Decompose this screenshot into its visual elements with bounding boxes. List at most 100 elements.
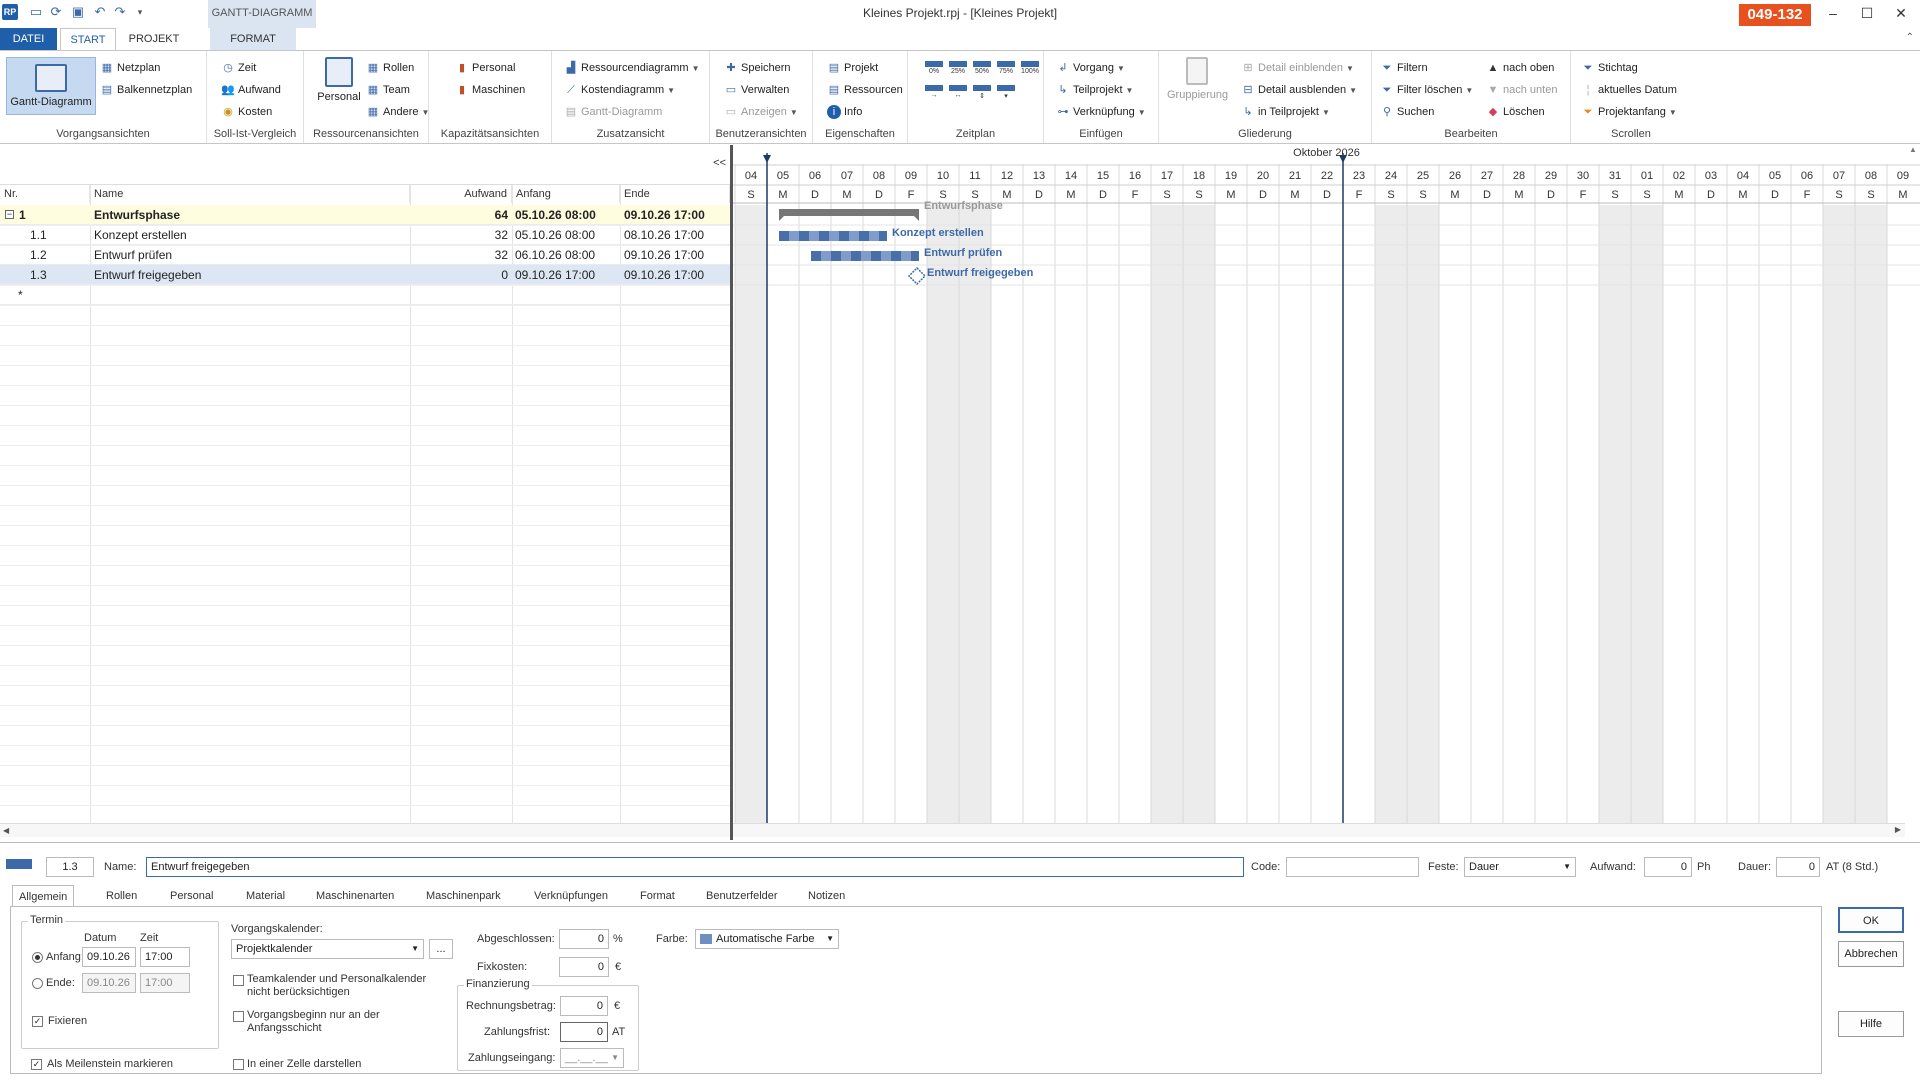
info-button[interactable]: i Info [827,103,862,121]
personal-big-button[interactable]: Personal [314,57,364,103]
aufwand-button[interactable]: 👥 Aufwand [221,81,281,99]
fixkosten-field[interactable]: 0 [559,957,609,977]
new-row[interactable]: * [0,285,730,305]
collapse-toggle-icon[interactable]: − [5,210,14,219]
hilfe-button[interactable]: Hilfe [1838,1011,1904,1037]
col-header-name[interactable]: Name [90,185,410,203]
zahlungseingang-field[interactable]: __.__.__ ▼ [560,1048,624,1068]
andere-button[interactable]: ▦ Andere ▼ [366,103,430,121]
close-icon[interactable]: ✕ [1886,2,1916,24]
task-name-field[interactable]: Entwurf freigegeben [146,857,1244,877]
chart-vertical-scrollbar[interactable]: ▲ [1906,145,1920,825]
detail-ausblenden-button[interactable]: ⊟ Detail ausblenden ▼ [1241,81,1357,99]
kosten-button[interactable]: ◉ Kosten [221,103,272,121]
tab-maschinenarten[interactable]: Maschinenarten [310,885,400,907]
col-header-ende[interactable]: Ende [620,185,730,203]
schedule-align-icon[interactable]: ⇕ [972,83,992,101]
suchen-button[interactable]: ⚲ Suchen [1380,103,1434,121]
fixieren-checkbox[interactable]: ✓ [32,1016,43,1027]
tab-material[interactable]: Material [240,885,291,907]
dauer-field[interactable]: 0 [1776,857,1820,877]
anfang-radio[interactable] [32,952,43,963]
team-button[interactable]: ▦ Team [366,81,410,99]
feste-select[interactable]: Dauer ▼ [1464,857,1576,877]
task-nr-field[interactable]: 1.3 [46,857,94,877]
kapazitaet-personal-button[interactable]: ▮ Personal [455,59,515,77]
table-row[interactable]: − 1 Entwurfsphase 64 05.10.26 08:00 09.1… [0,205,730,225]
progress-50-button[interactable]: 50% [972,59,992,77]
in-teilprojekt-button[interactable]: ↳ in Teilprojekt ▼ [1241,103,1329,121]
minimize-icon[interactable]: – [1818,2,1848,24]
code-field[interactable] [1286,857,1419,877]
zeit-button[interactable]: ◷ Zeit [221,59,256,77]
gantt-diagramm-button[interactable]: Gantt-Diagramm [6,57,96,115]
grid-horizontal-scrollbar[interactable]: ◀ [0,823,730,837]
zahlungsfrist-field[interactable]: 0 [560,1022,608,1042]
schedule-split-icon[interactable]: ↔ [948,83,968,101]
nach-oben-button[interactable]: ▲ nach oben [1486,59,1555,77]
collapse-grid-button[interactable]: << [713,157,726,169]
col-header-aufwand[interactable]: Aufwand [410,185,512,203]
netzplan-button[interactable]: ▦ Netzplan [100,59,161,77]
col-header-nr[interactable]: Nr. [0,185,90,203]
projektanfang-button[interactable]: ⏷ Projektanfang ▼ [1581,103,1677,121]
progress-100-button[interactable]: 100% [1020,59,1040,77]
ok-button[interactable]: OK [1838,907,1904,933]
abgeschlossen-field[interactable]: 0 [559,929,609,949]
progress-0-button[interactable]: 0% [924,59,944,77]
tab-allgemein[interactable]: Allgemein [12,885,75,907]
table-row-selected[interactable]: 1.3 Entwurf freigegeben 0 09.10.26 17:00… [0,265,730,285]
anfang-zeit-field[interactable]: 17:00 [140,947,190,967]
abbrechen-button[interactable]: Abbrechen [1838,941,1904,967]
aufwand-field[interactable]: 0 [1644,857,1692,877]
kalender-select[interactable]: Projektkalender ▼ [231,939,424,959]
tab-maschinenpark[interactable]: Maschinenpark [420,885,507,907]
tab-format[interactable]: FORMAT [210,28,296,50]
progress-25-button[interactable]: 25% [948,59,968,77]
collapse-ribbon-icon[interactable]: ⌃ [1906,32,1914,43]
meilenstein-checkbox[interactable]: ✓ [31,1059,42,1070]
tab-start[interactable]: START [60,28,116,51]
loeschen-button[interactable]: ◆ Löschen [1486,103,1545,121]
ressourcen-eigenschaften-button[interactable]: ▤ Ressourcen [827,81,903,99]
teamkalender-checkbox[interactable] [233,975,244,986]
table-row[interactable]: 1.1 Konzept erstellen 32 05.10.26 08:00 … [0,225,730,245]
tab-personal[interactable]: Personal [164,885,219,907]
zelle-checkbox[interactable] [233,1059,244,1070]
kostendiagramm-button[interactable]: ⟋ Kostendiagramm ▼ [564,81,675,99]
rechnungsbetrag-field[interactable]: 0 [560,996,608,1016]
balkennetzplan-button[interactable]: ▤ Balkennetzplan [100,81,192,99]
scroll-right-icon[interactable]: ▶ [1895,825,1901,834]
maximize-icon[interactable]: ☐ [1852,2,1882,24]
kalender-more-button[interactable]: ... [429,939,453,959]
vorgang-einfuegen-button[interactable]: ↲ Vorgang ▼ [1056,59,1125,77]
progress-75-button[interactable]: 75% [996,59,1016,77]
ansicht-verwalten-button[interactable]: ▭ Verwalten [724,81,790,99]
filter-loeschen-button[interactable]: ⏷ Filter löschen ▼ [1380,81,1474,99]
ende-radio[interactable] [32,978,43,989]
ansicht-speichern-button[interactable]: ✚ Speichern [724,59,790,77]
aktuelles-datum-button[interactable]: ¦ aktuelles Datum [1581,81,1677,99]
ressourcendiagramm-button[interactable]: ▟ Ressourcendiagramm ▼ [564,59,700,77]
projekt-eigenschaften-button[interactable]: ▤ Projekt [827,59,878,77]
tab-benutzerfelder[interactable]: Benutzerfelder [700,885,784,907]
tab-format[interactable]: Format [634,885,681,907]
teilprojekt-einfuegen-button[interactable]: ↳ Teilprojekt ▼ [1056,81,1133,99]
kapazitaet-maschinen-button[interactable]: ▮ Maschinen [455,81,525,99]
col-header-anfang[interactable]: Anfang [512,185,620,203]
tab-datei[interactable]: DATEI [0,28,57,50]
schedule-more-icon[interactable]: ▾ [996,83,1016,101]
tab-rollen[interactable]: Rollen [100,885,143,907]
stichtag-button[interactable]: ⏷ Stichtag [1581,59,1638,77]
rollen-button[interactable]: ▦ Rollen [366,59,414,77]
chart-horizontal-scrollbar[interactable]: ▶ [733,823,1905,837]
tab-notizen[interactable]: Notizen [802,885,851,907]
filtern-button[interactable]: ⏷ Filtern [1380,59,1428,77]
anfang-datum-field[interactable]: 09.10.26 [82,947,136,967]
schedule-move-icon[interactable]: → [924,83,944,101]
verknuepfung-button[interactable]: ⊶ Verknüpfung ▼ [1056,103,1146,121]
table-row[interactable]: 1.2 Entwurf prüfen 32 06.10.26 08:00 09.… [0,245,730,265]
farbe-select[interactable]: Automatische Farbe ▼ [695,929,839,949]
tab-projekt[interactable]: PROJEKT [122,28,186,50]
tab-verknuepfungen[interactable]: Verknüpfungen [528,885,614,907]
